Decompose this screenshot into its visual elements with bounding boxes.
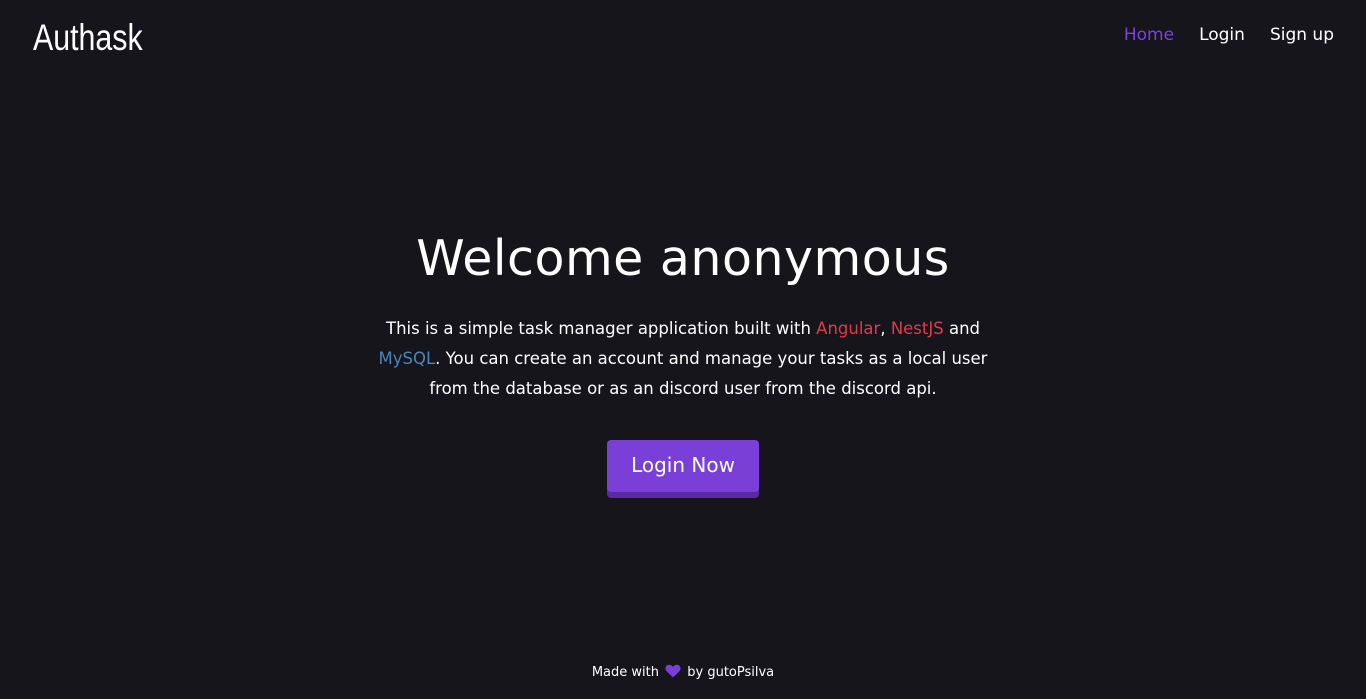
hero-section: Welcome anonymous This is a simple task … [0,226,1366,492]
login-now-button[interactable]: Login Now [607,440,759,492]
desc-sep-1: , [880,319,891,338]
main-nav: Home Login Sign up [1099,22,1334,48]
page: Authask Home Login Sign up Welcome anony… [0,0,1366,699]
nav-signup-link[interactable]: Sign up [1270,22,1334,48]
desc-sep-2: and [943,319,981,338]
footer-suffix: by gutoPsilva [687,665,775,680]
footer-prefix: Made with [591,665,659,680]
logo[interactable]: Authask [33,16,143,60]
tech-mysql: MySQL [378,349,436,368]
heart-icon [665,664,681,678]
tech-nestjs: NestJS [890,319,944,338]
hero-title: Welcome anonymous [416,230,950,287]
footer: Made with by gutoPsilva [0,662,1366,684]
button-wrap: Login Now [0,440,1366,492]
nav-home-link[interactable]: Home [1124,22,1174,48]
desc-rest: . You can create an account and manage y… [429,349,988,398]
hero-description: This is a simple task manager applicatio… [373,314,993,404]
header: Authask Home Login Sign up [0,0,1366,76]
nav-login-link[interactable]: Login [1199,22,1245,48]
tech-angular: Angular [816,319,881,338]
desc-intro: This is a simple task manager applicatio… [385,319,817,338]
